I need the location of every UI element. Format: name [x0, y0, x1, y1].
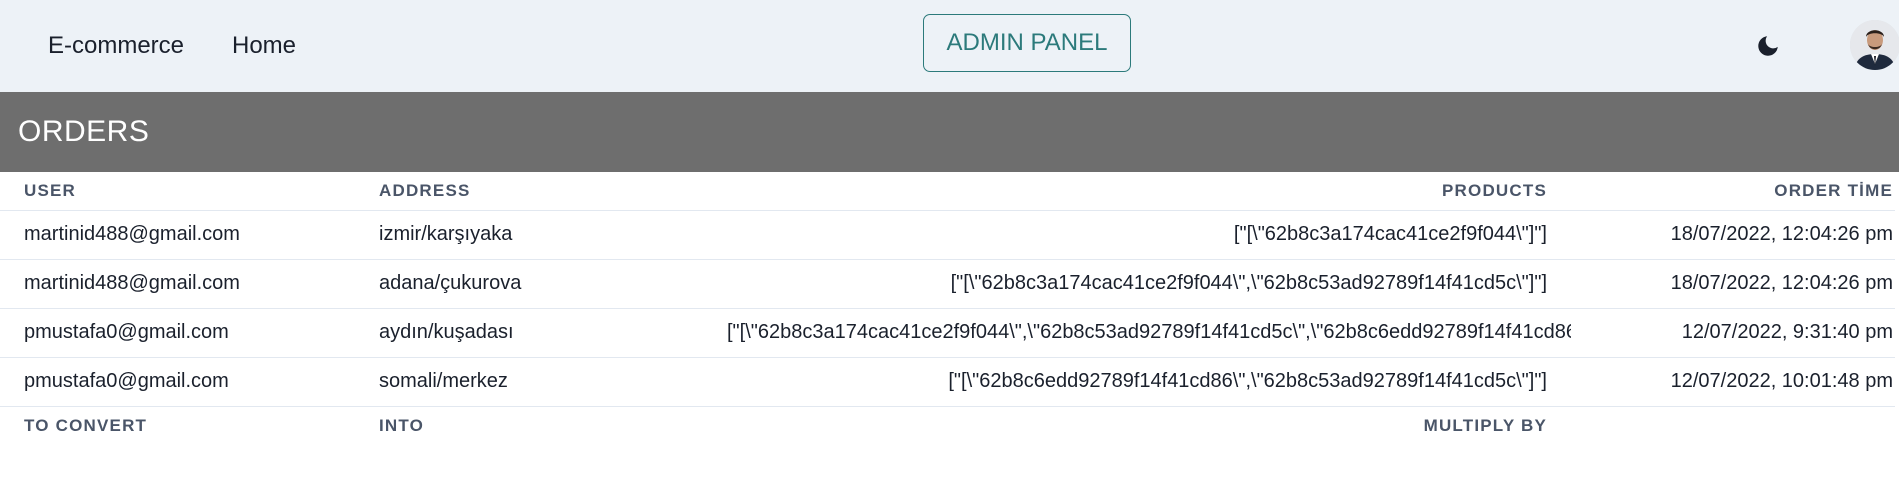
theme-toggle-button[interactable] [1752, 30, 1784, 62]
avatar-icon [1850, 20, 1899, 70]
cell-address: somali/merkez [355, 357, 703, 407]
user-avatar[interactable] [1850, 20, 1899, 70]
admin-panel-button[interactable]: ADMIN PANEL [923, 14, 1131, 72]
cell-address: adana/çukurova [355, 259, 703, 309]
column-header-order-time: ORDER TİME [1571, 172, 1895, 211]
table-row: pmustafa0@gmail.com somali/merkez ["[\"6… [0, 357, 1895, 407]
cell-user: martinid488@gmail.com [0, 259, 355, 309]
cell-products: ["[\"62b8c3a174cac41ce2f9f044\"]"] [703, 210, 1571, 260]
column-header-user: USER [0, 172, 355, 211]
column-header-products: PRODUCTS [703, 172, 1571, 211]
cell-address: aydın/kuşadası [355, 308, 703, 358]
table-row: martinid488@gmail.com izmir/karşıyaka ["… [0, 210, 1895, 260]
cell-user: pmustafa0@gmail.com [0, 308, 355, 358]
top-navbar: E-commerce Home ADMIN PANEL [0, 0, 1899, 92]
column-header-address: ADDRESS [355, 172, 703, 211]
footer-multiply-by: MULTIPLY BY [1423, 416, 1547, 436]
orders-banner: ORDERS [0, 92, 1899, 172]
cell-order-time: 18/07/2022, 12:04:26 pm [1571, 259, 1895, 309]
moon-icon [1758, 36, 1778, 56]
cell-user: martinid488@gmail.com [0, 210, 355, 260]
footer-to-convert: TO CONVERT [24, 416, 148, 436]
table-row: martinid488@gmail.com adana/çukurova ["[… [0, 259, 1895, 309]
footer-empty [1571, 406, 1895, 446]
cell-products: ["[\"62b8c3a174cac41ce2f9f044\",\"62b8c5… [703, 259, 1571, 309]
orders-table: USER ADDRESS PRODUCTS ORDER TİME martini… [0, 172, 1895, 446]
cell-products: ["[\"62b8c6edd92789f14f41cd86\",\"62b8c5… [703, 357, 1571, 407]
nav-home-link[interactable]: Home [232, 32, 296, 60]
table-row: pmustafa0@gmail.com aydın/kuşadası ["[\"… [0, 308, 1895, 358]
nav-brand-link[interactable]: E-commerce [48, 32, 184, 60]
page-title: ORDERS [18, 115, 150, 148]
cell-user: pmustafa0@gmail.com [0, 357, 355, 407]
cell-order-time: 18/07/2022, 12:04:26 pm [1571, 210, 1895, 260]
footer-into: INTO [379, 416, 425, 436]
cell-order-time: 12/07/2022, 10:01:48 pm [1571, 357, 1895, 407]
cell-address: izmir/karşıyaka [355, 210, 703, 260]
cell-order-time: 12/07/2022, 9:31:40 pm [1571, 308, 1895, 358]
table-footer-row: TO CONVERT INTO MULTIPLY BY [0, 406, 1895, 446]
cell-products: ["[\"62b8c3a174cac41ce2f9f044\",\"62b8c5… [703, 308, 1571, 358]
table-header-row: USER ADDRESS PRODUCTS ORDER TİME [0, 172, 1895, 211]
